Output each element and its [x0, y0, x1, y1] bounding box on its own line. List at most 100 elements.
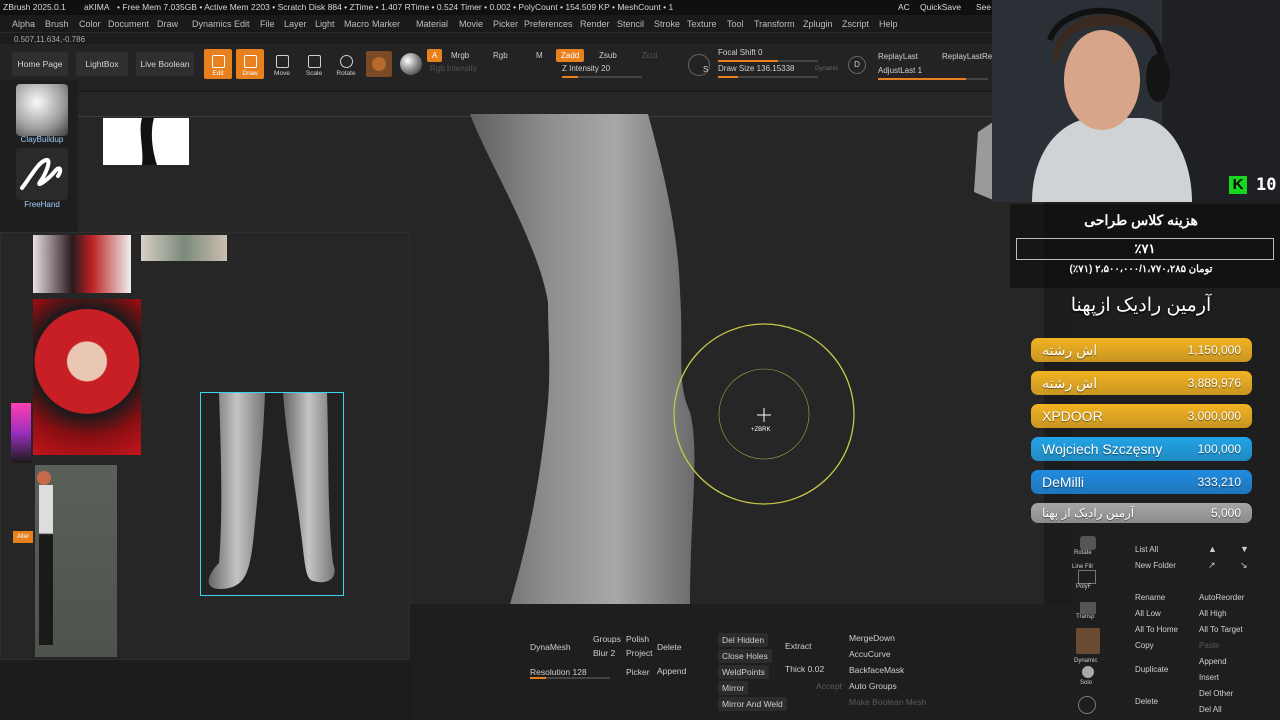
make-boolean-mesh-button[interactable]: Make Boolean Mesh — [849, 697, 927, 707]
append-button[interactable]: Append — [657, 666, 686, 676]
copy-button[interactable]: Copy — [1135, 641, 1154, 650]
menu-item-preferences[interactable]: Preferences — [524, 19, 573, 29]
material-swatch[interactable] — [366, 51, 392, 77]
menu-item-layer[interactable]: Layer — [284, 19, 307, 29]
weldpoints-button[interactable]: WeldPoints — [718, 665, 769, 679]
project-toggle[interactable]: Project — [626, 648, 652, 658]
menu-item-alpha[interactable]: Alpha — [12, 19, 35, 29]
color-picker-sphere-icon[interactable] — [400, 53, 422, 75]
list-all-button[interactable]: List All — [1135, 545, 1158, 554]
new-folder-button[interactable]: New Folder — [1135, 561, 1176, 570]
claybuildup-brush-icon[interactable] — [16, 84, 68, 136]
duplicate-button[interactable]: Duplicate — [1135, 665, 1168, 674]
polish-toggle[interactable]: Polish — [626, 634, 649, 644]
alternate-button[interactable]: Alter — [13, 531, 33, 543]
menu-item-stroke[interactable]: Stroke — [654, 19, 680, 29]
autoreorder-button[interactable]: AutoReorder — [1199, 593, 1244, 602]
mirror-button[interactable]: Mirror — [718, 681, 749, 695]
rotate-tool-button[interactable]: Rotate — [332, 49, 360, 79]
delete-button[interactable]: Delete — [1135, 697, 1158, 706]
auto-groups-button[interactable]: Auto Groups — [849, 681, 897, 691]
transparency-icon[interactable] — [1080, 602, 1096, 614]
live-boolean-button[interactable]: Live Boolean — [136, 52, 194, 76]
menu-item-dynamics[interactable]: Dynamics — [192, 19, 232, 29]
arrow-up-icon[interactable]: ▲ — [1208, 544, 1217, 554]
move-tool-button[interactable]: Move — [268, 49, 296, 79]
menu-item-macro[interactable]: Macro — [344, 19, 369, 29]
backfacemask-toggle[interactable]: BackfaceMask — [849, 665, 904, 675]
groups-toggle[interactable]: Groups — [593, 634, 621, 644]
move-down-icon[interactable]: ↘ — [1240, 560, 1248, 571]
draw-size-slider[interactable]: Draw Size 136.15338 — [718, 64, 818, 78]
rgb-intensity-slider[interactable]: Rgb Intensity — [430, 64, 540, 78]
focal-shift-slider[interactable]: Focal Shift 0 — [718, 48, 818, 62]
reference-image-character-full-body[interactable] — [35, 465, 117, 657]
freehand-stroke-icon[interactable] — [16, 148, 68, 200]
menu-item-help[interactable]: Help — [879, 19, 898, 29]
close-holes-button[interactable]: Close Holes — [718, 649, 772, 663]
resolution-slider[interactable]: Resolution 128 — [530, 667, 587, 677]
del-other-button[interactable]: Del Other — [1199, 689, 1233, 698]
mergedown-button[interactable]: MergeDown — [849, 633, 895, 643]
reference-image-legs-render[interactable] — [200, 392, 344, 596]
all-to-home-button[interactable]: All To Home — [1135, 625, 1178, 634]
adjust-last-slider[interactable]: AdjustLast 1 — [878, 66, 988, 80]
m-button[interactable]: M — [531, 49, 548, 62]
menu-item-zplugin[interactable]: Zplugin — [803, 19, 833, 29]
polyframe-icon[interactable] — [1078, 570, 1096, 584]
menu-item-edit[interactable]: Edit — [234, 19, 250, 29]
dynamesh-button[interactable]: DynaMesh — [530, 642, 571, 652]
replay-last-button[interactable]: ReplayLast — [878, 52, 918, 61]
menu-item-texture[interactable]: Texture — [687, 19, 717, 29]
menu-item-brush[interactable]: Brush — [45, 19, 69, 29]
mirror-and-weld-button[interactable]: Mirror And Weld — [718, 697, 787, 711]
insert-button[interactable]: Insert — [1199, 673, 1219, 682]
xpose-icon[interactable] — [1078, 696, 1096, 714]
all-high-button[interactable]: All High — [1199, 609, 1227, 618]
menu-item-document[interactable]: Document — [108, 19, 149, 29]
replay-last-rel-button[interactable]: ReplayLastRe — [942, 52, 992, 61]
rename-button[interactable]: Rename — [1135, 593, 1165, 602]
draw-tool-button[interactable]: Draw — [236, 49, 264, 79]
menu-item-picker[interactable]: Picker — [493, 19, 518, 29]
menu-item-file[interactable]: File — [260, 19, 275, 29]
reference-images-panel[interactable]: Alter — [0, 232, 410, 660]
lightbox-button[interactable]: LightBox — [76, 52, 128, 76]
zcut-button[interactable]: Zcut — [637, 49, 663, 62]
accucurve-toggle[interactable]: AccuCurve — [849, 649, 891, 659]
accept-button[interactable]: Accept — [816, 681, 842, 691]
edit-tool-button[interactable]: Edit — [204, 49, 232, 79]
rgb-button[interactable]: Rgb — [488, 49, 513, 62]
menu-item-material[interactable]: Material — [416, 19, 448, 29]
menu-item-draw[interactable]: Draw — [157, 19, 178, 29]
color-palette-strip[interactable] — [11, 403, 31, 463]
dynamic-button[interactable] — [1076, 628, 1100, 654]
move-up-icon[interactable]: ↗ — [1208, 560, 1216, 571]
menu-item-transform[interactable]: Transform — [754, 19, 795, 29]
menu-item-marker[interactable]: Marker — [372, 19, 400, 29]
all-to-target-button[interactable]: All To Target — [1199, 625, 1243, 634]
a-button[interactable]: A — [427, 49, 443, 62]
blur-slider[interactable]: Blur 2 — [593, 648, 615, 658]
thick-slider[interactable]: Thick 0.02 — [785, 664, 824, 674]
see-through-button[interactable]: See — [976, 2, 991, 12]
d-button[interactable]: D — [848, 56, 866, 74]
mrgb-button[interactable]: Mrgb — [446, 49, 474, 62]
home-page-button[interactable]: Home Page — [12, 52, 68, 76]
scale-tool-button[interactable]: Scale — [300, 49, 328, 79]
rotate-icon[interactable] — [1080, 536, 1096, 550]
arrow-down-icon[interactable]: ▼ — [1240, 544, 1249, 554]
menu-item-light[interactable]: Light — [315, 19, 335, 29]
menu-item-movie[interactable]: Movie — [459, 19, 483, 29]
delete-button[interactable]: Delete — [657, 642, 682, 652]
reference-image-manga-page[interactable] — [33, 235, 131, 293]
all-low-button[interactable]: All Low — [1135, 609, 1161, 618]
solo-icon[interactable] — [1082, 666, 1094, 678]
menu-item-render[interactable]: Render — [580, 19, 610, 29]
append-button[interactable]: Append — [1199, 657, 1227, 666]
zadd-button[interactable]: Zadd — [556, 49, 585, 62]
reference-image-red-hair-character[interactable] — [33, 299, 141, 455]
del-all-button[interactable]: Del All — [1199, 705, 1222, 714]
dynamic-label[interactable]: Dynamic — [815, 66, 838, 72]
del-hidden-button[interactable]: Del Hidden — [718, 633, 769, 647]
